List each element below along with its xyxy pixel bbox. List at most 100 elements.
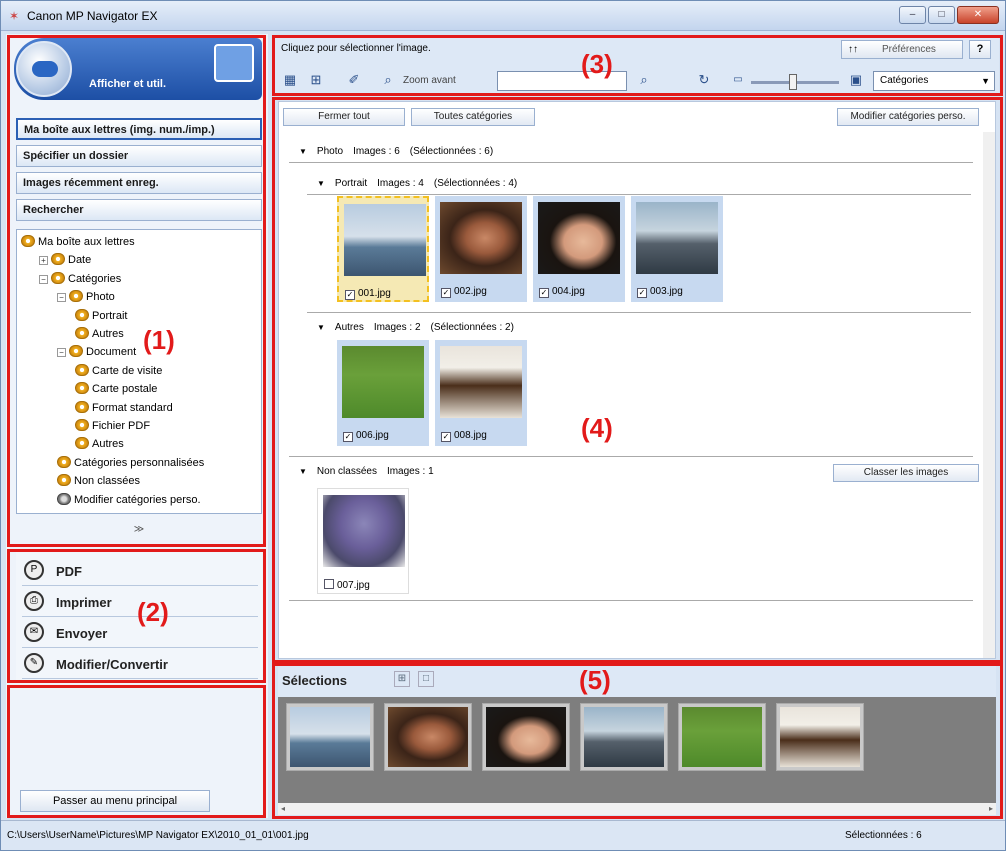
- horizontal-scrollbar[interactable]: ◂ ▸: [278, 803, 996, 815]
- small-image-icon: ▭: [733, 74, 743, 85]
- task-item-pdf[interactable]: P PDF: [22, 556, 258, 586]
- divider: [289, 456, 973, 457]
- grid-view-icon[interactable]: ⊞: [307, 71, 325, 89]
- thumbnail-filename: 008.jpg: [454, 430, 487, 441]
- tree-item-label: Modifier catégories perso.: [74, 493, 201, 506]
- tree-item[interactable]: Fichier PDF: [75, 418, 150, 434]
- nav-mailbox[interactable]: Ma boîte aux lettres (img. num./imp.): [16, 118, 262, 140]
- selected-image-thumbnail[interactable]: [678, 703, 766, 771]
- vertical-scrollbar[interactable]: [983, 132, 995, 658]
- left-pane: Afficher et util. Ma boîte aux lettres (…: [6, 34, 268, 818]
- thumbnail-image: [440, 346, 522, 418]
- nav-search[interactable]: Rechercher: [16, 199, 262, 221]
- selected-image-thumbnail[interactable]: [384, 703, 472, 771]
- category-select[interactable]: Catégories ▼: [873, 71, 995, 91]
- collapse-chevron-icon[interactable]: ≫: [16, 524, 262, 538]
- slider-knob[interactable]: [789, 74, 797, 90]
- divider: [307, 312, 971, 313]
- zoom-in-icon[interactable]: ⌕: [379, 71, 397, 89]
- image-thumbnail[interactable]: 007.jpg: [317, 488, 409, 594]
- selected-image-thumbnail[interactable]: [286, 703, 374, 771]
- select-checkbox[interactable]: ✓: [343, 432, 353, 442]
- help-button[interactable]: ?: [969, 40, 991, 59]
- thumbnail-image: [584, 707, 664, 767]
- selected-image-thumbnail[interactable]: [776, 703, 864, 771]
- select-checkbox[interactable]: ✓: [637, 288, 647, 298]
- tree-item[interactable]: Non classées: [57, 473, 140, 489]
- select-checkbox[interactable]: [324, 579, 334, 589]
- tree-item[interactable]: Format standard: [75, 400, 173, 416]
- collapse-icon[interactable]: −: [39, 274, 48, 284]
- tree-item[interactable]: + Date: [39, 252, 91, 268]
- tree-item[interactable]: Ma boîte aux lettres: [21, 234, 135, 250]
- image-thumbnail[interactable]: ✓ 006.jpg: [337, 340, 429, 446]
- single-view-icon[interactable]: □: [418, 671, 434, 687]
- nav-specify-folder[interactable]: Spécifier un dossier: [16, 145, 262, 167]
- preferences-icon: ↑↑: [848, 44, 858, 55]
- group-header-portrait[interactable]: ▼ Portrait Images : 4 (Sélectionnées : 4): [317, 178, 527, 189]
- select-checkbox[interactable]: ✓: [441, 288, 451, 298]
- status-bar: C:\Users\UserName\Pictures\MP Navigator …: [1, 820, 1005, 850]
- minimize-button[interactable]: –: [899, 6, 926, 24]
- toolbar-hint: Cliquez pour sélectionner l'image.: [281, 43, 431, 54]
- group-header-non-classees[interactable]: ▼ Non classées Images : 1: [299, 466, 444, 477]
- folder-icon: [75, 327, 89, 339]
- thumbnail-image: [440, 202, 522, 274]
- thumbnail-image: [388, 707, 468, 767]
- image-thumbnail[interactable]: ✓ 003.jpg: [631, 196, 723, 302]
- folder-icon: [75, 308, 89, 321]
- tree-item[interactable]: Autres: [75, 326, 124, 342]
- selected-image-thumbnail[interactable]: [482, 703, 570, 771]
- select-checkbox[interactable]: ✓: [539, 288, 549, 298]
- status-selected-count: Sélectionnées : 6: [845, 830, 922, 841]
- edit-custom-categories-button[interactable]: Modifier catégories perso.: [837, 108, 979, 126]
- preferences-button[interactable]: ↑↑ Préférences: [841, 40, 963, 59]
- grid-view-icon[interactable]: ⊞: [394, 671, 410, 687]
- search-icon[interactable]: ⌕: [635, 71, 653, 89]
- image-thumbnail[interactable]: ✓ 004.jpg: [533, 196, 625, 302]
- selections-strip: [278, 697, 996, 803]
- thumbnail-image: [486, 707, 566, 767]
- tree-item[interactable]: Portrait: [75, 308, 127, 324]
- large-image-icon: ▣: [849, 72, 863, 87]
- rotate-icon[interactable]: ✐: [345, 71, 363, 89]
- zoom-in-label[interactable]: Zoom avant: [403, 75, 456, 86]
- task-item-modifier-convertir[interactable]: ✎ Modifier/Convertir: [22, 649, 258, 679]
- thumbnail-image: [344, 204, 426, 276]
- tree-item[interactable]: Carte postale: [75, 381, 157, 397]
- tree-item[interactable]: Autres: [75, 436, 124, 452]
- main-menu-button[interactable]: Passer au menu principal: [20, 790, 210, 812]
- image-thumbnail[interactable]: ✓ 001.jpg: [337, 196, 429, 302]
- collapse-icon[interactable]: −: [57, 348, 66, 358]
- refresh-icon[interactable]: ↻: [695, 71, 713, 89]
- tree-item[interactable]: − Catégories: [39, 271, 121, 287]
- close-all-button[interactable]: Fermer tout: [283, 108, 405, 126]
- window-title: Canon MP Navigator EX: [27, 9, 158, 23]
- group-header-autres[interactable]: ▼ Autres Images : 2 (Sélectionnées : 2): [317, 322, 524, 333]
- thumbnail-grid-icon[interactable]: ▦: [281, 71, 299, 89]
- select-checkbox[interactable]: ✓: [345, 290, 355, 300]
- selected-image-thumbnail[interactable]: [580, 703, 668, 771]
- thumbnail-image: [636, 202, 718, 274]
- classify-images-button[interactable]: Classer les images: [833, 464, 979, 482]
- divider: [289, 162, 973, 163]
- select-checkbox[interactable]: ✓: [441, 432, 451, 442]
- thumbnail-size-slider[interactable]: [751, 74, 839, 90]
- expand-icon[interactable]: +: [39, 256, 48, 266]
- tree-item-label: Carte postale: [92, 383, 158, 396]
- maximize-button[interactable]: □: [928, 6, 955, 24]
- image-thumbnail[interactable]: ✓ 008.jpg: [435, 340, 527, 446]
- tree-item[interactable]: Carte de visite: [75, 363, 162, 379]
- tree-item[interactable]: Modifier catégories perso.: [57, 492, 201, 508]
- nav-recent-images[interactable]: Images récemment enreg.: [16, 172, 262, 194]
- close-button[interactable]: ✕: [957, 6, 999, 24]
- group-header-photo[interactable]: ▼ Photo Images : 6 (Sélectionnées : 6): [299, 146, 503, 157]
- tree-item[interactable]: Catégories personnalisées: [57, 455, 204, 471]
- tree-item[interactable]: − Document: [57, 344, 136, 360]
- collapse-icon[interactable]: −: [57, 293, 66, 303]
- mode-button-view-use[interactable]: Afficher et util.: [14, 38, 262, 100]
- all-categories-button[interactable]: Toutes catégories: [411, 108, 535, 126]
- tree-item-label: Date: [68, 254, 92, 267]
- tree-item[interactable]: − Photo: [57, 289, 115, 305]
- image-thumbnail[interactable]: ✓ 002.jpg: [435, 196, 527, 302]
